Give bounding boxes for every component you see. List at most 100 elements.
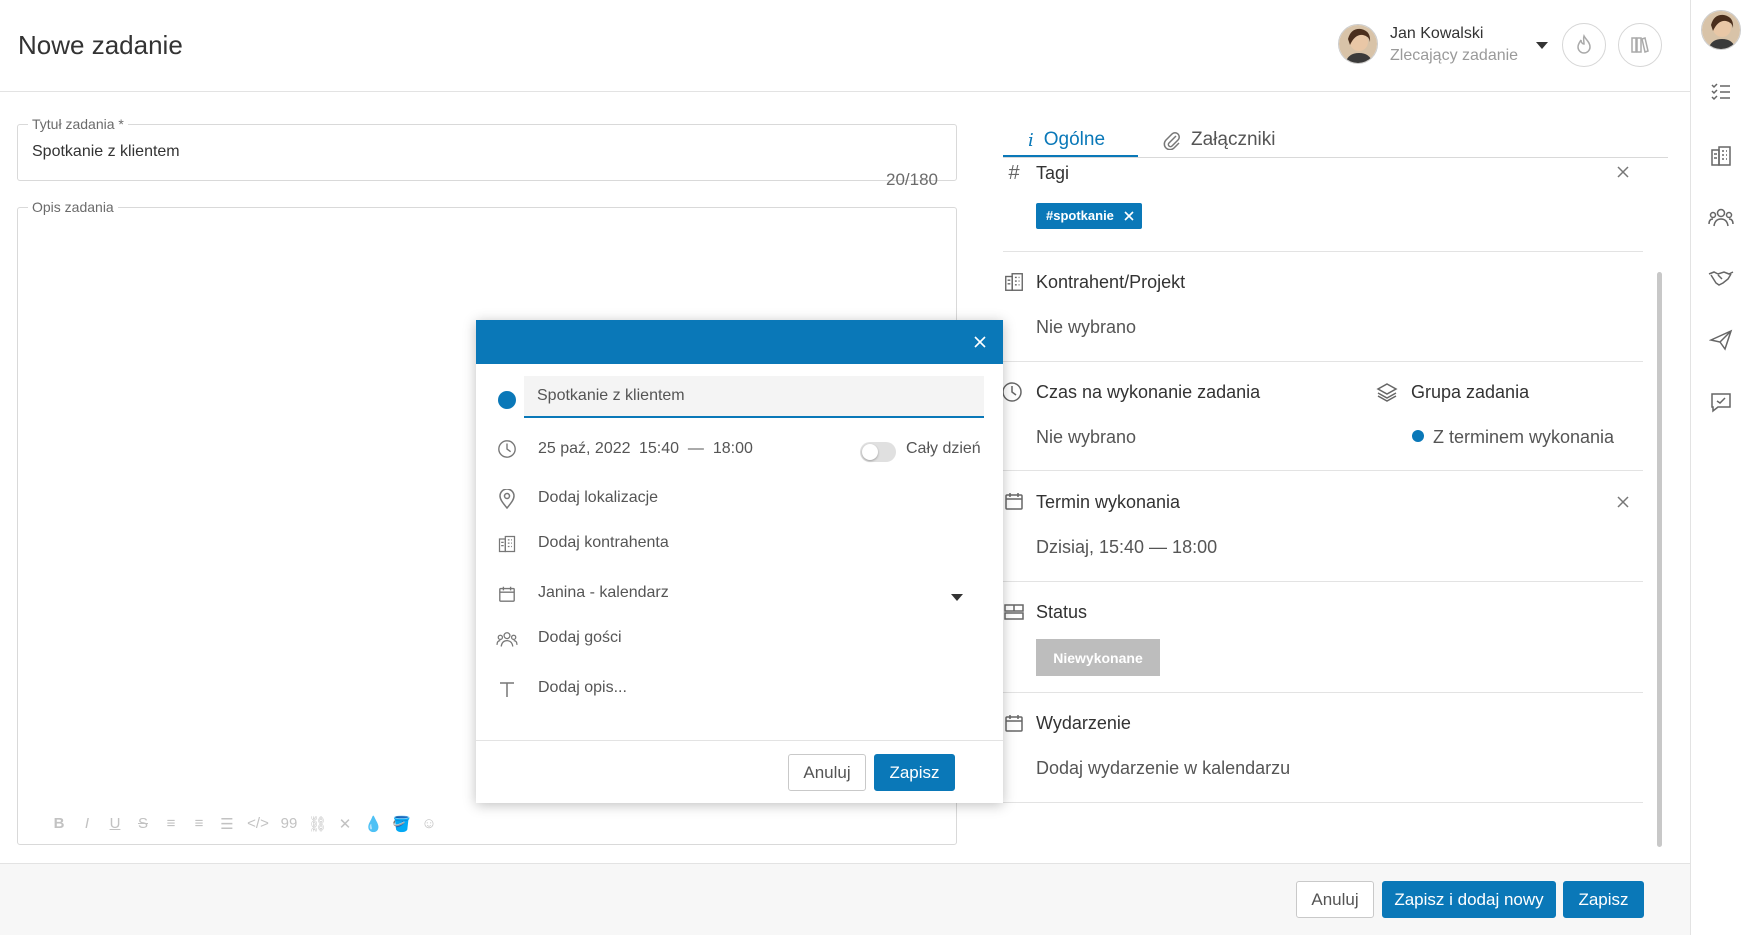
event-title-value: Spotkanie z klientem	[537, 387, 685, 404]
handshake-icon[interactable]	[1707, 264, 1735, 292]
section-divider	[1003, 581, 1643, 582]
quote-icon[interactable]: 99	[280, 815, 298, 833]
calendar-icon	[1003, 712, 1025, 734]
users-icon[interactable]	[1707, 203, 1735, 231]
event-value[interactable]: Dodaj wydarzenie w kalendarzu	[1036, 758, 1290, 779]
modal-header	[476, 320, 1003, 364]
emoji-icon[interactable]: ☺	[420, 815, 438, 833]
underline-icon[interactable]: U	[106, 815, 124, 833]
link-icon[interactable]: ⛓	[308, 815, 327, 833]
tag-chip: #spotkanie	[1036, 203, 1142, 229]
bold-icon[interactable]: B	[50, 815, 68, 833]
location-pin-icon	[496, 488, 518, 510]
modal-cancel-button[interactable]: Anuluj	[788, 754, 866, 791]
chevron-down-icon[interactable]	[951, 594, 963, 601]
tab-attachments-label: Załączniki	[1191, 129, 1276, 150]
library-button[interactable]	[1618, 23, 1662, 67]
all-day-label: Cały dzień	[906, 440, 981, 457]
group-value[interactable]: Z terminem wykonania	[1433, 427, 1614, 448]
close-icon[interactable]	[971, 333, 989, 351]
user-role: Zlecający zadanie	[1390, 47, 1519, 64]
tab-general[interactable]: i Ogólne	[1028, 122, 1105, 158]
tab-active-indicator	[1003, 155, 1138, 157]
tab-general-label: Ogólne	[1043, 129, 1106, 150]
italic-icon[interactable]: I	[78, 815, 96, 833]
add-description[interactable]: Dodaj opis...	[538, 679, 627, 697]
user-menu[interactable]: Jan Kowalski Zlecający zadanie	[1338, 22, 1558, 68]
time-title: Czas na wykonanie zadania	[1036, 382, 1261, 402]
checklist-icon[interactable]: ☰	[218, 815, 236, 833]
section-divider	[1003, 251, 1643, 252]
text-color-icon[interactable]: 💧	[364, 815, 383, 833]
all-day-toggle[interactable]	[860, 442, 896, 462]
fill-color-icon[interactable]: 🪣	[392, 815, 411, 833]
event-color-dot[interactable]	[498, 391, 516, 409]
sidebar-avatar[interactable]	[1701, 10, 1741, 50]
close-icon[interactable]	[1614, 493, 1632, 511]
clock-icon	[1001, 381, 1023, 403]
tab-divider	[1003, 157, 1668, 158]
info-icon: i	[1028, 129, 1034, 151]
contractors-icon[interactable]	[1707, 142, 1735, 170]
contractor-icon	[1003, 271, 1025, 293]
contractor-icon	[496, 533, 518, 555]
calendar-select[interactable]: Janina - kalendarz	[538, 584, 669, 602]
section-divider	[1003, 692, 1643, 693]
footer: Anuluj Zapisz i dodaj nowy Zapisz	[0, 863, 1690, 935]
clear-format-icon[interactable]: ✕	[336, 815, 354, 833]
fire-icon	[1572, 33, 1596, 57]
modal-save-button[interactable]: Zapisz	[874, 754, 955, 791]
status-title: Status	[1036, 602, 1088, 622]
save-and-new-button[interactable]: Zapisz i dodaj nowy	[1382, 881, 1556, 918]
chat-icon[interactable]	[1707, 388, 1735, 416]
editor-toolbar: B I U S ≡ ≡ ☰ </> 99 ⛓ ✕ 💧 🪣 ☺	[50, 815, 438, 833]
event-time-range[interactable]: 15:40 — 18:00	[639, 440, 753, 458]
add-location[interactable]: Dodaj lokalizacje	[538, 489, 658, 507]
text-icon	[496, 678, 518, 700]
calendar-icon	[496, 583, 518, 605]
toggle-knob	[862, 444, 878, 460]
avatar	[1338, 24, 1378, 64]
status-icon	[1003, 601, 1025, 623]
event-date[interactable]: 25 paź, 2022	[538, 440, 631, 458]
event-title: Wydarzenie	[1036, 713, 1131, 733]
tab-attachments[interactable]: Załączniki	[1163, 122, 1275, 158]
clock-icon	[496, 438, 518, 460]
task-title-value[interactable]: Spotkanie z klientem	[32, 143, 180, 161]
calendar-icon	[1003, 490, 1025, 512]
strikethrough-icon[interactable]: S	[134, 815, 152, 833]
numbered-list-icon[interactable]: ≡	[190, 815, 208, 833]
section-divider	[1003, 802, 1643, 803]
event-modal: Spotkanie z klientem 25 paź, 2022 15:40 …	[476, 320, 1003, 803]
books-icon	[1628, 33, 1652, 57]
task-title-field[interactable]: Tytuł zadania * Spotkanie z klientem	[17, 116, 957, 181]
task-description-label: Opis zadania	[28, 199, 118, 215]
save-button[interactable]: Zapisz	[1563, 881, 1644, 918]
user-name: Jan Kowalski	[1390, 25, 1484, 42]
add-contractor[interactable]: Dodaj kontrahenta	[538, 534, 669, 552]
deadline-value[interactable]: Dzisiaj, 15:40 — 18:00	[1036, 537, 1217, 558]
code-icon[interactable]: </>	[246, 815, 270, 833]
scrollbar[interactable]	[1657, 272, 1662, 847]
title-counter: 20/180	[886, 170, 938, 189]
add-guests[interactable]: Dodaj gości	[538, 629, 622, 647]
hash-icon: #	[1008, 161, 1020, 184]
fire-button[interactable]	[1562, 23, 1606, 67]
bullet-list-icon[interactable]: ≡	[162, 815, 180, 833]
tags-title: Tagi	[1036, 163, 1070, 183]
chevron-down-icon[interactable]	[1536, 42, 1548, 49]
remove-tag-icon[interactable]	[1122, 209, 1136, 223]
time-value[interactable]: Nie wybrano	[1036, 427, 1136, 448]
contractor-value[interactable]: Nie wybrano	[1036, 317, 1136, 338]
send-icon[interactable]	[1707, 326, 1735, 354]
page-title: Nowe zadanie	[18, 30, 183, 60]
section-divider	[1003, 470, 1643, 471]
event-title-input[interactable]: Spotkanie z klientem	[524, 376, 984, 418]
layers-icon	[1376, 381, 1398, 403]
cancel-button[interactable]: Anuluj	[1296, 881, 1374, 918]
task-title-label: Tytuł zadania *	[28, 116, 128, 132]
close-icon[interactable]	[1614, 163, 1632, 181]
task-list-icon[interactable]	[1707, 77, 1735, 105]
status-badge[interactable]: Niewykonane	[1036, 639, 1160, 676]
tag-chip-label: #spotkanie	[1046, 208, 1114, 223]
